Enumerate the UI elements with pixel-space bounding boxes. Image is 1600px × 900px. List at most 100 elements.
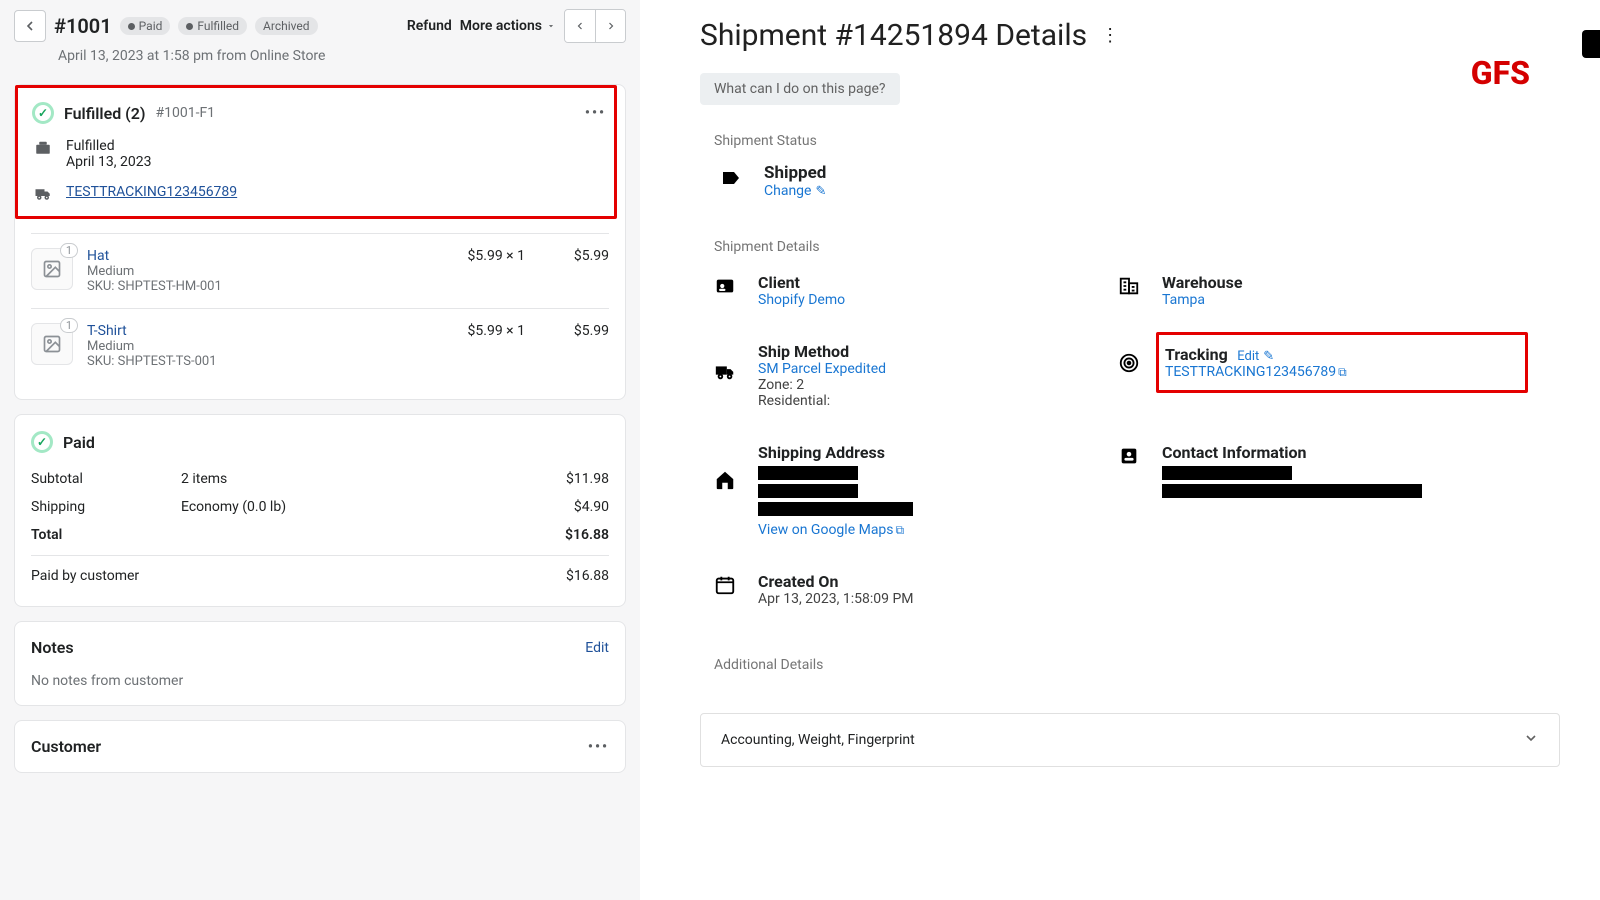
contact-title: Contact Information (1162, 443, 1522, 462)
ship-method-title: Ship Method (758, 342, 1118, 361)
tracking-link[interactable]: TESTTRACKING123456789 (66, 184, 237, 200)
paid-by-label: Paid by customer (31, 568, 519, 584)
item-line-total: $5.99 (539, 248, 609, 264)
tracking-title: Tracking (1165, 345, 1228, 364)
client-icon (714, 273, 758, 302)
item-line-total: $5.99 (539, 323, 609, 339)
item-name[interactable]: Hat (87, 248, 421, 264)
tracking-edit-link[interactable]: Edit✎ (1237, 349, 1274, 364)
line-item: 1 Hat Medium SKU: SHPTEST-HM-001 $5.99 ×… (31, 233, 609, 308)
fulfilled-card: ✓ Fulfilled (2) #1001-F1 ••• Fulfilled A… (14, 84, 626, 400)
ship-method-residential: Residential: (758, 393, 1118, 409)
notes-card: Notes Edit No notes from customer (14, 621, 626, 706)
subtotal-items: 2 items (181, 471, 519, 487)
line-item: 1 T-Shirt Medium SKU: SHPTEST-TS-001 $5.… (31, 308, 609, 383)
order-pager (564, 9, 626, 43)
truck-icon (32, 184, 54, 202)
ship-method-icon (714, 342, 758, 387)
client-title: Client (758, 273, 1118, 292)
ship-method-zone: Zone: 2 (758, 377, 1118, 393)
customer-menu-button[interactable]: ••• (588, 739, 609, 755)
notes-title: Notes (31, 638, 74, 657)
redacted-bar (758, 502, 913, 516)
back-button[interactable] (14, 10, 46, 42)
warehouse-icon (1118, 273, 1162, 302)
created-title: Created On (758, 572, 1118, 591)
additional-section-label: Additional Details (714, 657, 1560, 673)
item-thumb: 1 (31, 323, 73, 365)
change-status-link[interactable]: Change✎ (764, 183, 826, 199)
accordion-label: Accounting, Weight, Fingerprint (721, 732, 915, 748)
customer-card: Customer ••• (14, 720, 626, 773)
order-timestamp: April 13, 2023 at 1:58 pm from Online St… (14, 44, 626, 64)
item-price-qty: $5.99 × 1 (435, 323, 525, 339)
shipping-label: Shipping (31, 499, 181, 515)
pencil-icon: ✎ (1263, 349, 1274, 364)
tracking-highlight-box: Tracking Edit✎ TESTTRACKING123456789⧉ (1156, 332, 1528, 393)
subtotal-label: Subtotal (31, 471, 181, 487)
package-icon (32, 138, 54, 156)
more-actions-button[interactable]: More actions (460, 18, 556, 34)
item-sku: SKU: SHPTEST-TS-001 (87, 354, 421, 369)
fulfilled-title: Fulfilled (2) (64, 104, 145, 123)
order-id: #1001 (54, 14, 112, 38)
shipment-menu-button[interactable]: ⋮ (1101, 25, 1119, 46)
status-value: Shipped (764, 163, 826, 183)
home-icon (714, 443, 758, 496)
redacted-bar (758, 466, 858, 480)
created-value: Apr 13, 2023, 1:58:09 PM (758, 591, 1118, 607)
shipping-method: Economy (0.0 lb) (181, 499, 519, 515)
details-section-label: Shipment Details (714, 239, 1560, 255)
address-title: Shipping Address (758, 443, 1118, 462)
prev-order-button[interactable] (565, 10, 595, 42)
additional-accordion[interactable]: Accounting, Weight, Fingerprint (700, 713, 1560, 767)
paid-title: Paid (63, 433, 95, 452)
paid-badge: Paid (120, 17, 171, 35)
shipment-title: Shipment #14251894 Details (700, 18, 1087, 53)
shipping-amount: $4.90 (519, 499, 609, 515)
side-tab[interactable] (1582, 30, 1600, 58)
item-qty-badge: 1 (60, 243, 78, 258)
fulfilled-badge: Fulfilled (178, 17, 247, 35)
check-icon: ✓ (32, 102, 54, 124)
fulfilled-date: April 13, 2023 (66, 154, 151, 170)
paid-by-amount: $16.88 (519, 568, 609, 584)
shopify-order-pane: #1001 Paid Fulfilled Archived Refund Mor… (0, 0, 640, 900)
chevron-down-icon (1523, 730, 1539, 750)
notes-empty-text: No notes from customer (31, 673, 609, 689)
external-link-icon: ⧉ (1338, 365, 1347, 379)
fulfilled-ref: #1001-F1 (155, 105, 215, 121)
next-order-button[interactable] (595, 10, 625, 42)
warehouse-title: Warehouse (1162, 273, 1522, 292)
warehouse-link[interactable]: Tampa (1162, 292, 1522, 308)
fulfilled-menu-button[interactable]: ••• (585, 105, 606, 121)
item-sku: SKU: SHPTEST-HM-001 (87, 279, 421, 294)
fulfilled-highlight-box: ✓ Fulfilled (2) #1001-F1 ••• Fulfilled A… (15, 85, 617, 219)
item-price-qty: $5.99 × 1 (435, 248, 525, 264)
gfs-shipment-pane: Shipment #14251894 Details ⋮ GFS What ca… (640, 0, 1600, 900)
external-link-icon: ⧉ (896, 523, 905, 537)
maps-link[interactable]: View on Google Maps⧉ (758, 522, 904, 538)
client-link[interactable]: Shopify Demo (758, 292, 1118, 308)
total-label: Total (31, 527, 181, 543)
customer-title: Customer (31, 737, 101, 756)
calendar-icon (714, 572, 758, 601)
tracking-number-link[interactable]: TESTTRACKING123456789⧉ (1165, 364, 1347, 380)
ship-method-link[interactable]: SM Parcel Expedited (758, 361, 1118, 377)
item-variant: Medium (87, 339, 421, 354)
paid-card: ✓ Paid Subtotal2 items$11.98 ShippingEco… (14, 414, 626, 607)
gfs-brand-label: GFS (1471, 54, 1530, 92)
pencil-icon: ✎ (815, 184, 826, 199)
order-header: #1001 Paid Fulfilled Archived Refund Mor… (0, 0, 640, 70)
item-qty-badge: 1 (60, 318, 78, 333)
notes-edit-button[interactable]: Edit (585, 640, 609, 656)
redacted-bar (1162, 466, 1292, 480)
help-button[interactable]: What can I do on this page? (700, 73, 900, 105)
contact-icon (1118, 443, 1162, 472)
redacted-bar (1162, 484, 1422, 498)
status-section-label: Shipment Status (714, 133, 1560, 149)
item-name[interactable]: T-Shirt (87, 323, 421, 339)
refund-button[interactable]: Refund (407, 18, 452, 34)
fulfilled-status: Fulfilled (66, 138, 151, 154)
total-amount: $16.88 (519, 527, 609, 543)
